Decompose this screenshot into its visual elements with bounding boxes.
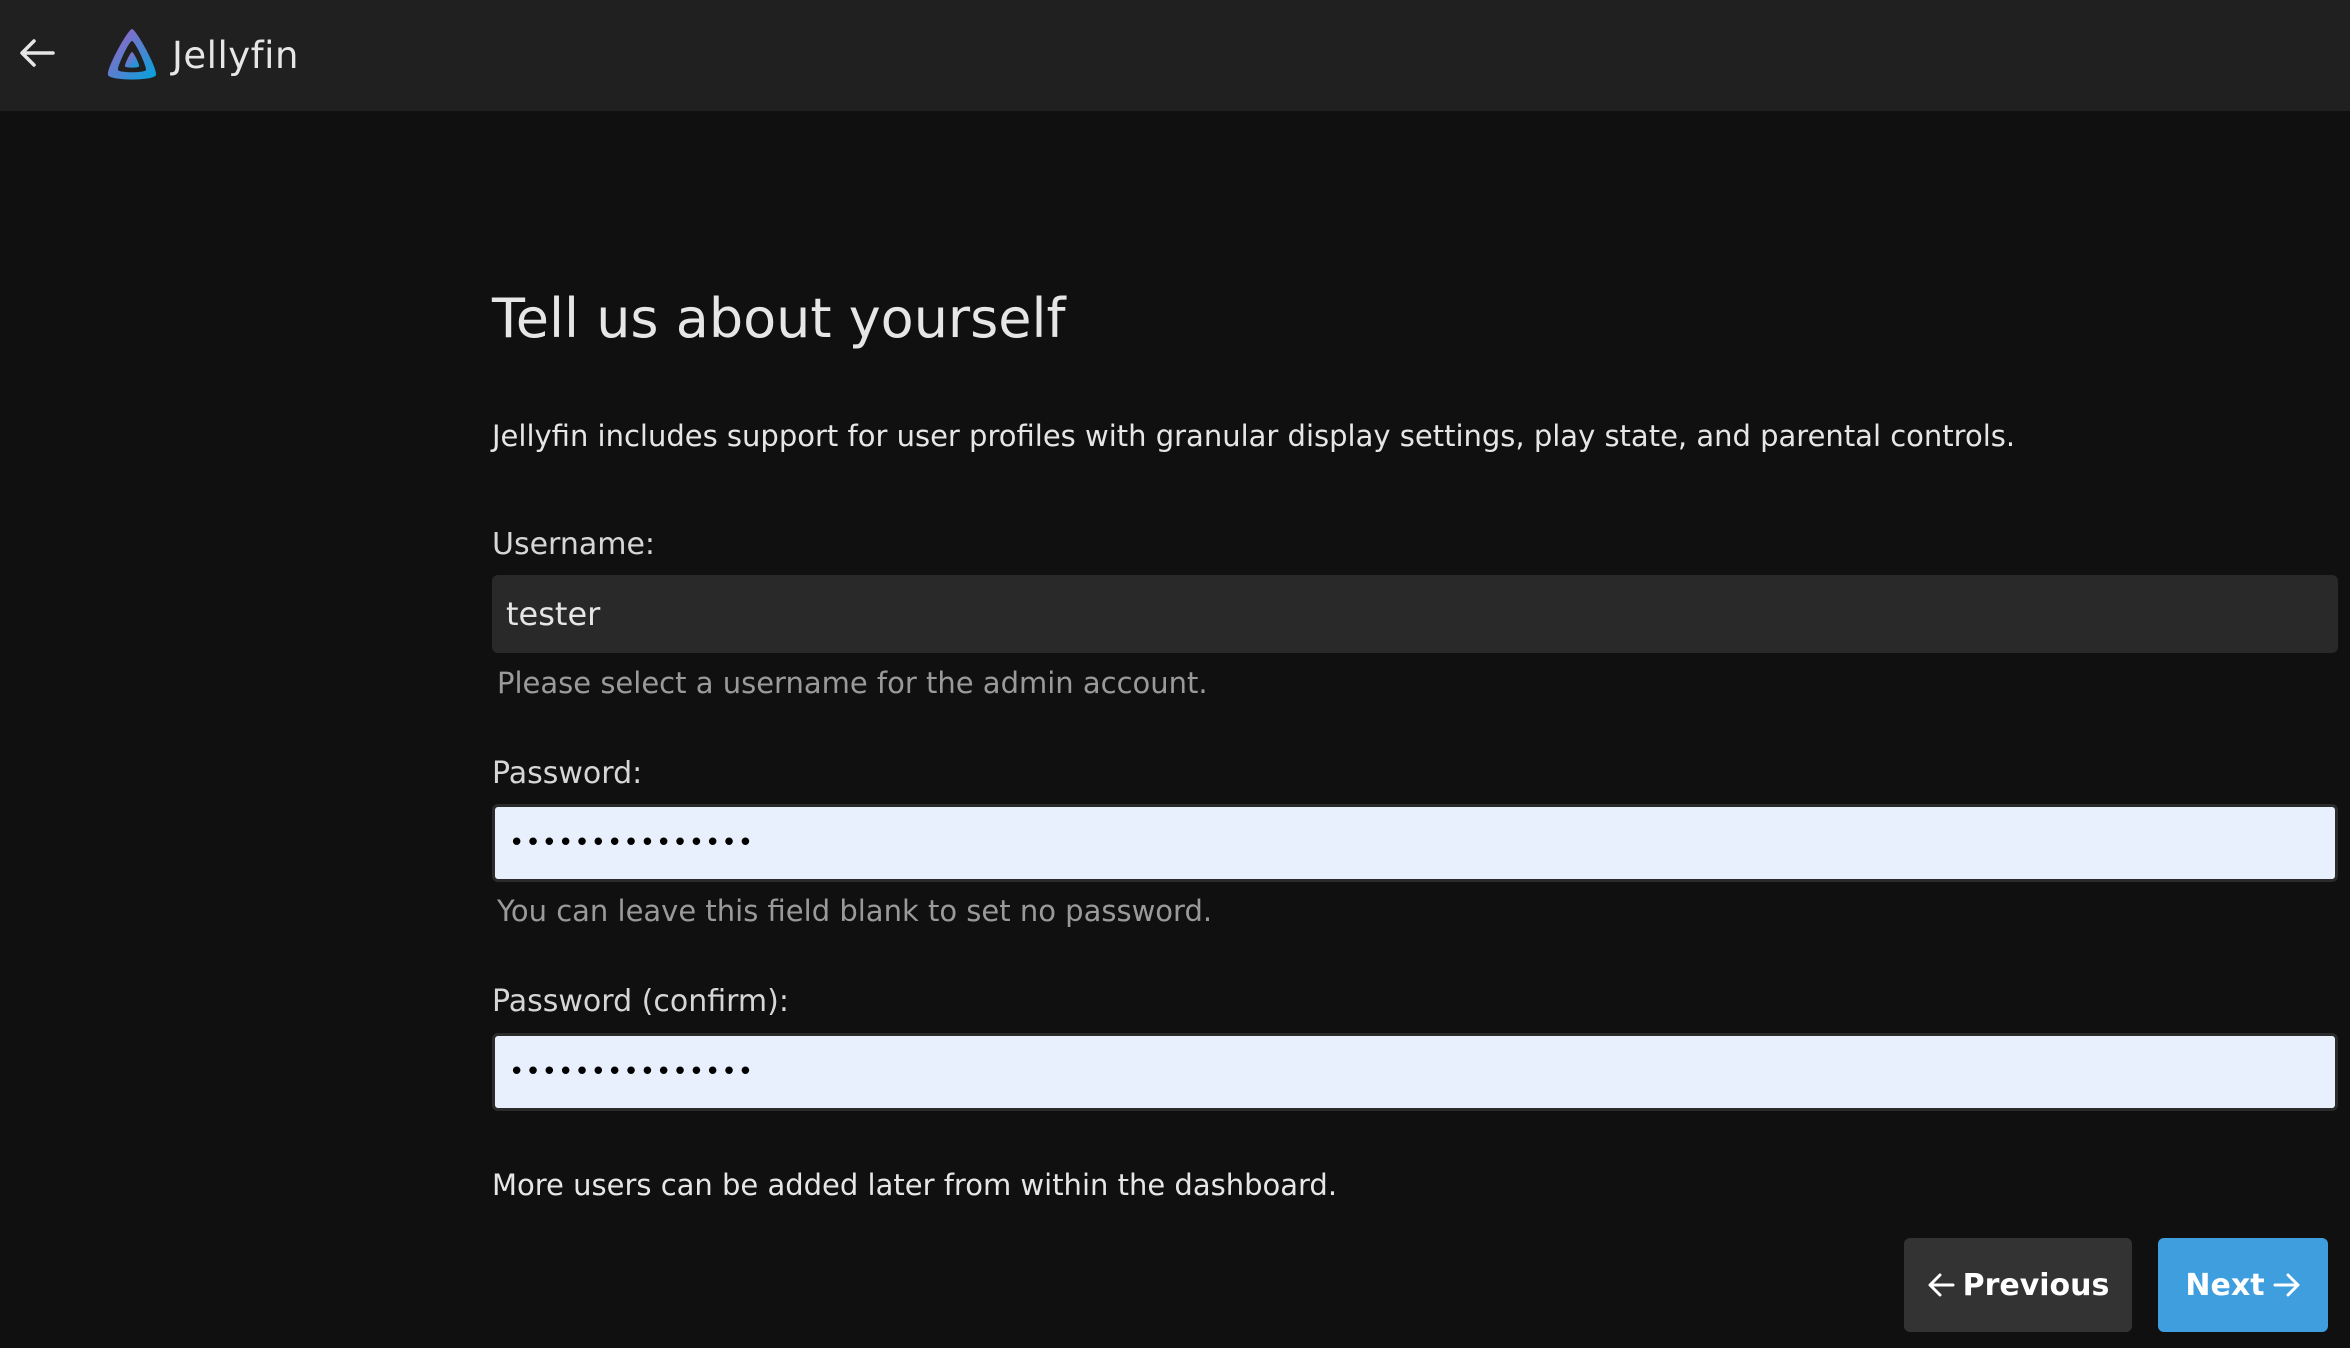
intro-text: Jellyfin includes support for user profi… [492,419,2016,453]
username-input[interactable] [492,575,2338,653]
password-confirm-input[interactable] [492,1033,2338,1111]
arrow-left-icon [20,39,55,67]
previous-button[interactable]: Previous [1904,1238,2132,1332]
jellyfin-logo-icon [107,29,157,80]
page-title: Tell us about yourself [492,287,1066,350]
password-label: Password: [492,756,643,791]
password-input[interactable] [492,804,2338,882]
arrow-right-icon [2273,1273,2300,1297]
app-header: Jellyfin [0,0,2350,111]
arrow-left-icon [1928,1273,1955,1297]
app-name: Jellyfin [172,33,299,77]
next-button-label: Next [2185,1267,2265,1303]
jellyfin-logo[interactable]: Jellyfin [102,24,299,86]
password-confirm-label: Password (confirm): [492,984,789,1019]
next-button[interactable]: Next [2158,1238,2328,1332]
previous-button-label: Previous [1962,1267,2110,1303]
username-label: Username: [492,527,656,562]
back-button[interactable] [14,30,60,76]
password-hint: You can leave this field blank to set no… [497,894,1213,928]
footer-note: More users can be added later from withi… [492,1168,1338,1202]
username-hint: Please select a username for the admin a… [497,666,1208,700]
